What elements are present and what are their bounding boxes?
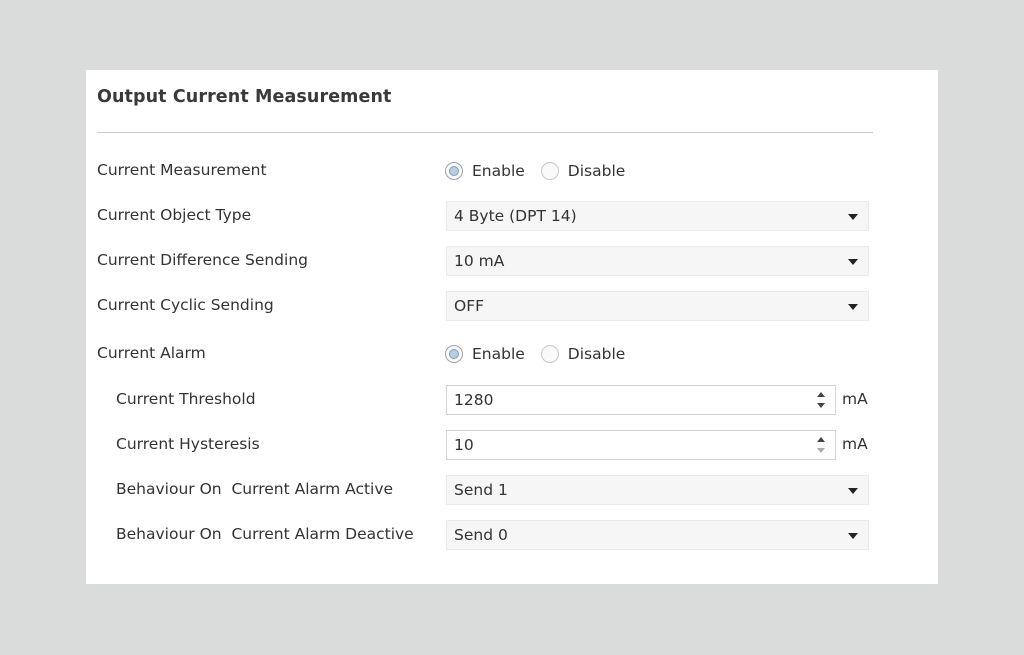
radio-enable-current-alarm[interactable]: Enable [445, 345, 525, 363]
label-current-object-type: Current Object Type [97, 206, 252, 224]
label-current-measurement: Current Measurement [97, 161, 267, 179]
radio-unselected-icon[interactable] [540, 345, 559, 363]
spin-down-icon[interactable] [817, 403, 825, 408]
label-current-hysteresis: Current Hysteresis [116, 435, 260, 453]
row-current-difference-sending: Current Difference Sending 10 mA [86, 246, 938, 276]
row-current-measurement: Current Measurement Enable Disable [86, 156, 938, 186]
spin-down-icon[interactable] [817, 448, 825, 453]
unit-label: mA [842, 390, 868, 408]
label-current-cyclic-sending: Current Cyclic Sending [97, 296, 274, 314]
radio-label: Disable [567, 345, 626, 363]
spin-up-icon[interactable] [817, 392, 825, 397]
select-value: 10 mA [454, 252, 505, 270]
title-divider [97, 132, 873, 133]
chevron-down-icon[interactable] [848, 304, 858, 310]
select-behaviour-alarm-active[interactable]: Send 1 [446, 475, 869, 505]
select-current-difference-sending[interactable]: 10 mA [446, 246, 869, 276]
radio-selected-icon[interactable] [445, 162, 463, 180]
row-current-cyclic-sending: Current Cyclic Sending OFF [86, 291, 938, 321]
radio-label: Enable [472, 345, 525, 363]
chevron-down-icon[interactable] [848, 533, 858, 539]
spinbox-current-hysteresis[interactable] [446, 430, 836, 460]
radio-label: Enable [472, 162, 525, 180]
spinbox-current-threshold[interactable] [446, 385, 836, 415]
radio-enable-current-measurement[interactable]: Enable [445, 162, 525, 180]
row-behaviour-alarm-deactive: Behaviour On Current Alarm Deactive Send… [86, 520, 938, 550]
panel-title: Output Current Measurement [97, 87, 392, 107]
chevron-down-icon[interactable] [848, 214, 858, 220]
select-value: Send 1 [454, 481, 508, 499]
radio-group-current-alarm: Enable Disable [445, 342, 641, 366]
current-hysteresis-input[interactable] [447, 431, 802, 459]
select-value: Send 0 [454, 526, 508, 544]
label-behaviour-alarm-deactive: Behaviour On Current Alarm Deactive [116, 525, 414, 543]
select-current-object-type[interactable]: 4 Byte (DPT 14) [446, 201, 869, 231]
radio-disable-current-measurement[interactable]: Disable [540, 162, 626, 180]
current-threshold-input[interactable] [447, 386, 802, 414]
label-current-alarm: Current Alarm [97, 344, 206, 362]
radio-label: Disable [567, 162, 626, 180]
select-value: 4 Byte (DPT 14) [454, 207, 577, 225]
chevron-down-icon[interactable] [848, 259, 858, 265]
radio-group-current-measurement: Enable Disable [445, 159, 641, 183]
chevron-down-icon[interactable] [848, 488, 858, 494]
label-current-difference-sending: Current Difference Sending [97, 251, 308, 269]
row-current-alarm: Current Alarm Enable Disable [86, 339, 938, 369]
label-behaviour-alarm-active: Behaviour On Current Alarm Active [116, 480, 394, 498]
radio-selected-icon[interactable] [445, 345, 463, 363]
select-behaviour-alarm-deactive[interactable]: Send 0 [446, 520, 869, 550]
row-current-hysteresis: Current Hysteresis mA [86, 430, 938, 460]
unit-label: mA [842, 435, 868, 453]
radio-unselected-icon[interactable] [540, 162, 559, 180]
row-current-object-type: Current Object Type 4 Byte (DPT 14) [86, 201, 938, 231]
radio-disable-current-alarm[interactable]: Disable [540, 345, 626, 363]
row-behaviour-alarm-active: Behaviour On Current Alarm Active Send 1 [86, 475, 938, 505]
settings-panel: Output Current Measurement Current Measu… [86, 70, 938, 584]
spin-up-icon[interactable] [817, 437, 825, 442]
row-current-threshold: Current Threshold mA [86, 385, 938, 415]
label-current-threshold: Current Threshold [116, 390, 256, 408]
select-value: OFF [454, 297, 485, 315]
select-current-cyclic-sending[interactable]: OFF [446, 291, 869, 321]
